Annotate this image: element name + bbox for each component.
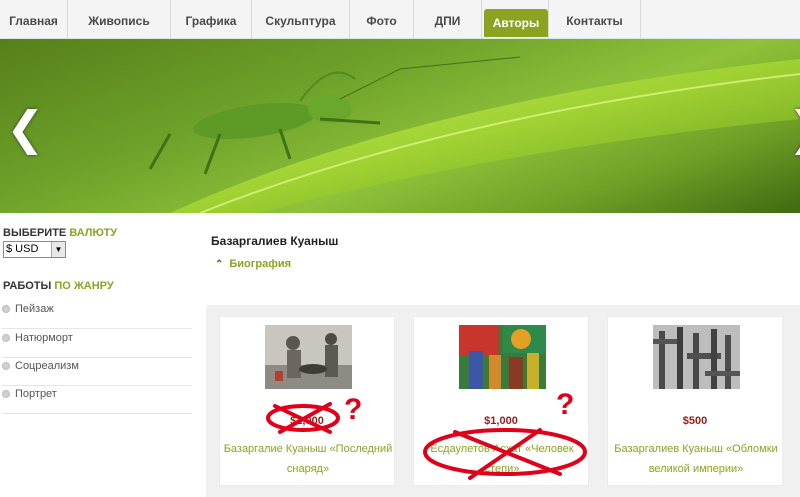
currency-heading-accent: ВАЛЮТУ [69,227,118,239]
currency-select-value: $ USD [6,243,39,255]
bullet-icon [2,334,10,342]
author-name: Базаргалиев Куаныш [211,234,339,248]
chevron-down-icon: ▼ [51,242,65,257]
genre-item-landscape[interactable]: Пейзаж [2,301,192,329]
work-thumbnail[interactable] [265,325,352,389]
work-title-link[interactable]: Есдаулетов Асхат «Человек степи» [416,439,588,479]
work-title-link[interactable]: Базаргалие Куаныш «Последний снаряд» [222,439,394,479]
bullet-icon [2,305,10,313]
genre-item-portrait[interactable]: Портрет [2,386,192,414]
biography-toggle[interactable]: ⌃ Биография [215,258,291,270]
grasshopper-image [148,56,800,213]
genre-label: Натюрморт [15,332,73,344]
nav-item-authors[interactable]: Авторы [484,9,548,37]
work-price: $1,000 [484,415,518,427]
nav-item-photo[interactable]: Фото [350,0,414,39]
work-thumbnail[interactable] [653,325,740,389]
nav-item-painting[interactable]: Живопись [68,0,171,39]
works-heading-accent: ПО ЖАНРУ [54,280,114,292]
genre-item-still-life[interactable]: Натюрморт [2,330,192,358]
biography-label: Биография [229,258,292,270]
nav-item-dpi[interactable]: ДПИ [414,0,482,39]
genre-label: Портрет [15,388,57,400]
bullet-icon [2,362,10,370]
work-price: $2,000 [290,415,324,427]
currency-heading: ВЫБЕРИТЕ ВАЛЮТУ [3,227,117,239]
nav-item-graphics[interactable]: Графика [171,0,252,39]
chevron-up-icon: ⌃ [215,259,224,270]
genre-label: Соцреализм [15,360,79,372]
works-heading-main: РАБОТЫ [3,280,55,292]
banner-prev-arrow[interactable]: ❮ [6,101,45,155]
work-thumbnail[interactable] [459,325,546,389]
works-heading: РАБОТЫ ПО ЖАНРУ [3,280,114,292]
hero-banner: ❮ ❯ [0,39,800,213]
nav-item-contacts[interactable]: Контакты [548,0,641,39]
work-card[interactable]: $1,000 Есдаулетов Асхат «Человек степи» [413,316,589,486]
work-title-link[interactable]: Базаргалиев Куаныш «Обломки великой импе… [610,439,782,479]
currency-heading-main: ВЫБЕРИТЕ [3,227,70,239]
bullet-icon [2,390,10,398]
nav-item-home[interactable]: Главная [0,0,68,39]
banner-next-arrow[interactable]: ❯ [788,101,800,155]
genre-label: Пейзаж [15,303,54,315]
top-nav: Главная Живопись Графика Скульптура Фото… [0,0,800,39]
currency-select[interactable]: $ USD ▼ [3,241,66,258]
work-card[interactable]: $2,000 Базаргалие Куаныш «Последний снар… [219,316,395,486]
genre-item-socrealism[interactable]: Соцреализм [2,358,192,386]
nav-item-sculpture[interactable]: Скульптура [252,0,350,39]
work-price: $500 [682,415,708,427]
work-card[interactable]: $500 Базаргалиев Куаныш «Обломки великой… [607,316,783,486]
